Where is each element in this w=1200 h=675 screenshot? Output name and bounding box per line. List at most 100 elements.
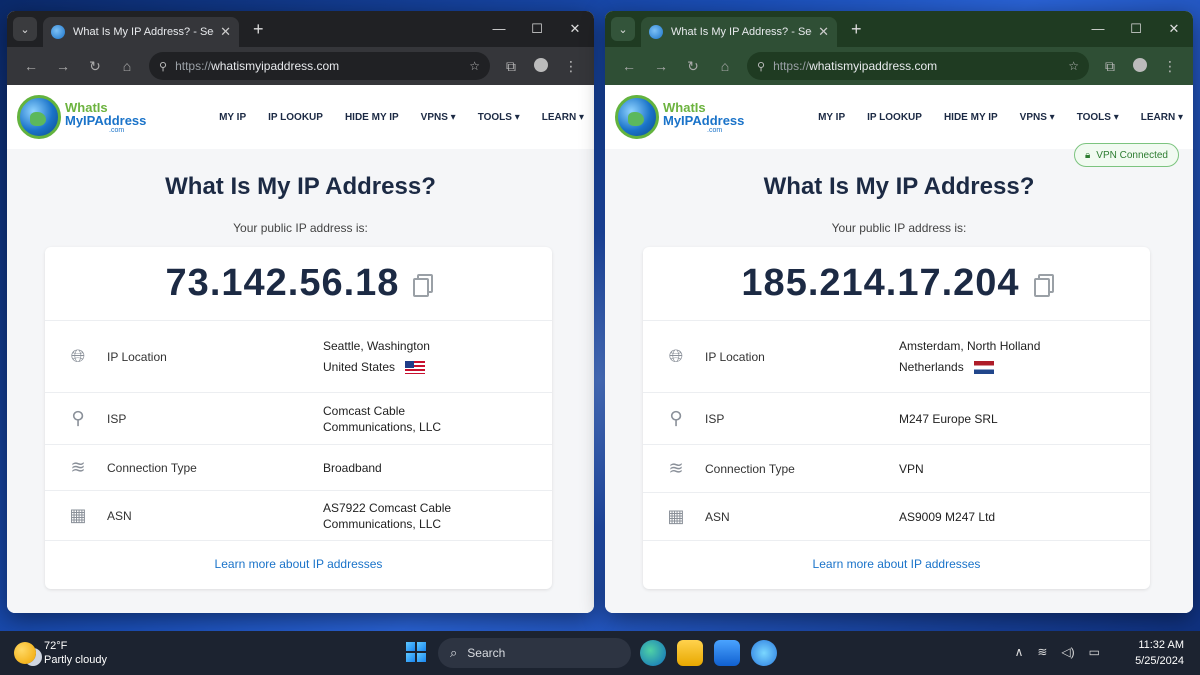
maximize-button[interactable]: ☐ [1117,21,1155,37]
close-tab-icon[interactable]: ✕ [220,24,231,40]
menu-icon[interactable]: ⋮ [1155,58,1185,75]
profile-avatar[interactable] [526,57,556,75]
copilot-app-icon[interactable] [751,640,777,666]
asn-value: AS9009 M247 Ltd [899,509,996,524]
nav-learn[interactable]: LEARN ▾ [1141,112,1183,123]
tab-search-button[interactable]: ⌄ [13,17,37,41]
map-pin-icon: ⚲ [71,408,85,428]
extensions-icon[interactable]: ⧉ [496,58,526,75]
minimize-button[interactable]: — [480,21,518,37]
close-tab-icon[interactable]: ✕ [818,24,829,40]
nav-ip-lookup[interactable]: IP LOOKUP [867,112,922,123]
wifi-tray-icon[interactable]: ≋ [1037,645,1047,659]
logo-line1: WhatIs [663,99,706,115]
bookmark-star-icon[interactable]: ☆ [1068,59,1079,73]
browser-window-left: ⌄ What Is My IP Address? - See Yo ✕ + — … [7,11,594,613]
tab-title: What Is My IP Address? - See Yo [73,26,214,38]
maximize-button[interactable]: ☐ [518,21,556,37]
forward-button[interactable]: → [645,58,677,74]
nav-hide-my-ip[interactable]: HIDE MY IP [345,112,399,123]
back-button[interactable]: ← [15,58,47,74]
label-asn: ASN [107,508,132,523]
browser-tab[interactable]: What Is My IP Address? - See Yo ✕ [641,17,837,47]
site-nav: MY IP IP LOOKUP HIDE MY IP VPNS ▾ TOOLS … [197,112,584,123]
site-header: WhatIs MyIPAddress .com MY IP IP LOOKUP … [7,85,594,149]
volume-icon[interactable]: ◁) [1061,645,1074,659]
logo-line3: .com [707,126,723,134]
location-city: Seattle, Washington [323,339,430,353]
back-button[interactable]: ← [613,58,645,74]
site-info-icon[interactable]: ⚲ [159,60,167,73]
browser-toolbar: ← → ↻ ⌂ ⚲ https://whatismyipaddress.com … [605,47,1193,85]
nav-hide-my-ip[interactable]: HIDE MY IP [944,112,998,123]
store-app-icon[interactable] [714,640,740,666]
logo-line2: MyIPAddress [65,112,147,128]
new-tab-button[interactable]: + [253,19,264,40]
building-icon: ▦ [667,506,685,526]
clock[interactable]: 11:32 AM 5/25/2024 [1135,637,1184,669]
bookmark-star-icon[interactable]: ☆ [469,59,480,73]
location-country: Netherlands [899,360,964,374]
row-ip-location: 🌐︎ IP Location Seattle, Washington Unite… [45,321,552,393]
home-button[interactable]: ⌂ [709,58,741,74]
edge-app-icon[interactable] [640,640,666,666]
weather-condition: Partly cloudy [44,654,107,666]
connection-type-value: Broadband [323,460,382,475]
url-host: whatismyipaddress.com [211,59,340,73]
minimize-button[interactable]: — [1079,21,1117,37]
vpn-badge-label: VPN Connected [1096,149,1168,161]
isp-line2: Communications, LLC [323,419,442,434]
reload-button[interactable]: ↻ [79,58,111,75]
page-title: What Is My IP Address? [763,173,1035,200]
browser-tab[interactable]: What Is My IP Address? - See Yo ✕ [43,17,239,47]
nav-vpns[interactable]: VPNS ▾ [421,112,456,123]
globe-logo-icon [615,95,659,139]
weather-widget[interactable]: 72°F Partly cloudy [14,639,107,667]
copy-icon[interactable] [1033,273,1054,297]
nav-tools[interactable]: TOOLS ▾ [1077,112,1119,123]
new-tab-button[interactable]: + [851,19,862,40]
row-connection-type: ≋ Connection Type VPN [643,445,1150,493]
vpn-connected-badge[interactable]: 🔒︎ VPN Connected [1073,143,1179,167]
close-window-button[interactable]: ✕ [556,21,594,37]
learn-more-link[interactable]: Learn more about IP addresses [45,557,552,571]
search-label: Search [467,646,506,660]
globe-icon: 🌐︎ [70,346,86,366]
label-ip-location: IP Location [107,349,167,364]
menu-icon[interactable]: ⋮ [556,58,586,75]
site-info-icon[interactable]: ⚲ [757,60,765,73]
close-window-button[interactable]: ✕ [1155,21,1193,37]
nav-my-ip[interactable]: MY IP [219,112,246,123]
learn-more-link[interactable]: Learn more about IP addresses [643,557,1150,571]
map-pin-icon: ⚲ [669,408,683,428]
label-connection-type: Connection Type [107,460,197,475]
battery-icon[interactable]: ▭ [1089,645,1100,659]
extensions-icon[interactable]: ⧉ [1095,58,1125,75]
label-connection-type: Connection Type [705,461,795,476]
taskbar-search[interactable]: ⌕ Search [438,638,631,668]
file-explorer-icon[interactable] [677,640,703,666]
nav-tools[interactable]: TOOLS ▾ [478,112,520,123]
logo-line3: .com [109,126,125,134]
nav-ip-lookup[interactable]: IP LOOKUP [268,112,323,123]
copy-icon[interactable] [413,273,434,297]
address-bar[interactable]: ⚲ https://whatismyipaddress.com ☆ [747,52,1089,80]
forward-button[interactable]: → [47,58,79,74]
reload-button[interactable]: ↻ [677,58,709,75]
row-ip-location: 🌐︎ IP Location Amsterdam, North Holland … [643,321,1150,393]
address-bar[interactable]: ⚲ https://whatismyipaddress.com ☆ [149,52,490,80]
nav-vpns[interactable]: VPNS ▾ [1020,112,1055,123]
site-logo[interactable]: WhatIs MyIPAddress .com [17,95,146,139]
location-city: Amsterdam, North Holland [899,339,1041,353]
site-logo[interactable]: WhatIs MyIPAddress .com [615,95,744,139]
start-button[interactable] [406,642,426,662]
tab-bar: ⌄ What Is My IP Address? - See Yo ✕ + — … [605,11,1193,47]
chevron-up-icon[interactable]: ∧ [1015,645,1024,659]
tab-search-button[interactable]: ⌄ [611,17,635,41]
row-connection-type: ≋ Connection Type Broadband [45,445,552,491]
profile-avatar[interactable] [1125,57,1155,75]
row-asn: ▦ ASN AS7922 Comcast Cable Communication… [45,491,552,541]
home-button[interactable]: ⌂ [111,58,143,74]
nav-learn[interactable]: LEARN ▾ [542,112,584,123]
nav-my-ip[interactable]: MY IP [818,112,845,123]
